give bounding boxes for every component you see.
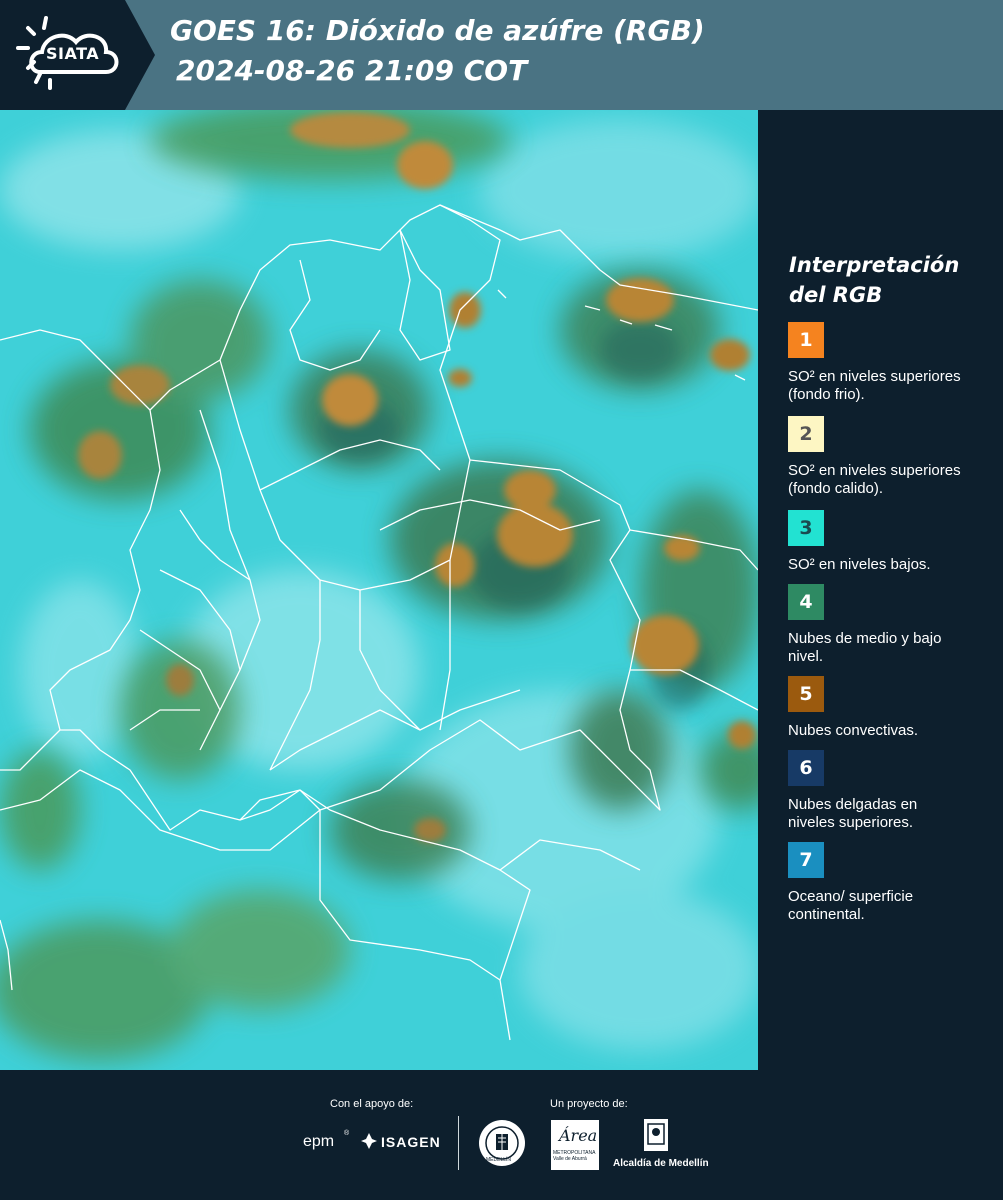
legend-item-6: 6 Nubes delgadas en niveles superiores. [788, 750, 998, 832]
project-label: Un proyecto de: [550, 1098, 628, 1110]
alcaldia-logo-text: Alcaldía de Medellín [613, 1158, 709, 1169]
legend-swatch-1: 1 [788, 322, 824, 358]
legend-swatch-2: 2 [788, 416, 824, 452]
legend-item-5: 5 Nubes convectivas. [788, 676, 998, 740]
legend-item-1: 1 SO² en niveles superiores (fondo frio)… [788, 322, 998, 404]
support-label: Con el apoyo de: [330, 1098, 414, 1110]
legend-item-3: 3 SO² en niveles bajos. [788, 510, 998, 574]
legend-desc-3: SO² en niveles bajos. [788, 556, 931, 573]
page-timestamp: 2024-08-26 21:09 COT [176, 54, 528, 87]
legend-swatch-5: 5 [788, 676, 824, 712]
epm-logo: epm [303, 1133, 335, 1150]
legend-desc-4: Nubes de medio y bajo nivel. [788, 630, 942, 665]
legend-desc-5: Nubes convectivas. [788, 722, 919, 739]
logo-text: SIATA [46, 44, 100, 63]
legend-desc-2: SO² en niveles superiores (fondo calido)… [788, 462, 961, 497]
legend-title-line2: del RGB [789, 283, 883, 307]
legend-title-line1: Interpretación [789, 253, 960, 277]
legend-item-2: 2 SO² en niveles superiores (fondo calid… [788, 416, 998, 498]
legend-swatch-3: 3 [788, 510, 824, 546]
legend-item-7: 7 Oceano/ superficie continental. [788, 842, 998, 924]
registered-icon: ® [344, 1130, 350, 1137]
legend-swatch-6: 6 [788, 750, 824, 786]
satellite-map [0, 110, 758, 1070]
siata-logo: SIATA [0, 0, 160, 110]
legend-swatch-7: 7 [788, 842, 824, 878]
legend-swatch-4: 4 [788, 584, 824, 620]
page-title: GOES 16: Dióxido de azúfre (RGB) [170, 14, 705, 47]
legend-panel: Interpretación del RGB 1 SO² en niveles … [760, 110, 1003, 1070]
legend-item-4: 4 Nubes de medio y bajo nivel. [788, 584, 998, 666]
area-logo-text: Área [559, 1126, 598, 1145]
area-logo-sub: METROPOLITANA Valle de Aburrá [553, 1150, 596, 1162]
legend-desc-6: Nubes delgadas en niveles superiores. [788, 796, 918, 831]
header-bar: SIATA GOES 16: Dióxido de azúfre (RGB) 2… [0, 0, 1003, 110]
alcaldia-shield-icon [644, 1119, 668, 1151]
so2-rgb-imagery [0, 110, 758, 1070]
area-metropolitana-logo: Área METROPOLITANA Valle de Aburrá [551, 1120, 599, 1170]
isagen-logo: ISAGEN [381, 1134, 441, 1150]
footer: Con el apoyo de: Un proyecto de: epm ® I… [0, 1070, 1003, 1200]
isagen-icon [361, 1133, 377, 1149]
medellin-seal-label: MEDELLÍN [486, 1157, 512, 1163]
legend-desc-1: SO² en niveles superiores (fondo frio). [788, 368, 961, 403]
legend-title: Interpretación del RGB [789, 250, 989, 310]
footer-divider [458, 1116, 459, 1170]
legend-desc-7: Oceano/ superficie continental. [788, 888, 914, 923]
